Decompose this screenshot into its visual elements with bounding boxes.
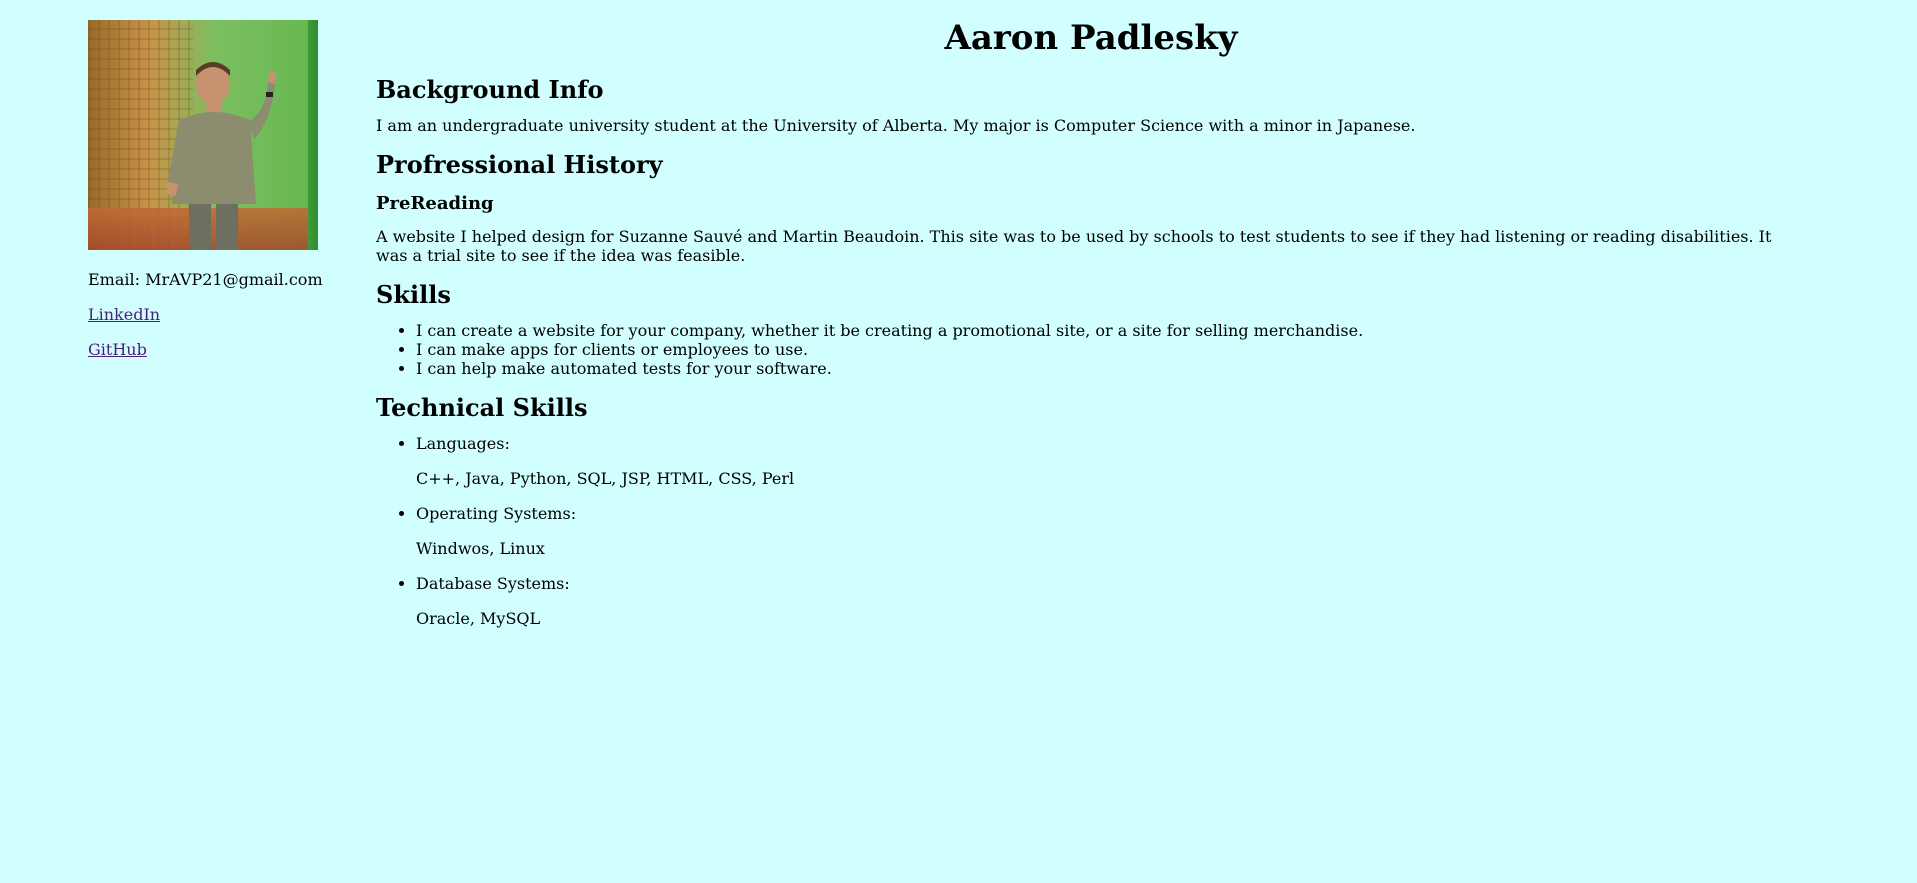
background-info-heading: Background Info <box>376 75 604 104</box>
tech-skill-value: Oracle, MySQL <box>416 609 541 628</box>
tech-skill-title: Database Systems: <box>416 574 570 593</box>
sidebar: Email: MrAVP21@gmail.com LinkedIn GitHub <box>88 20 328 360</box>
photo-person <box>166 62 276 250</box>
tech-skill-title: Languages: <box>416 434 510 453</box>
background-info-text: I am an undergraduate university student… <box>376 116 1416 135</box>
skill-item: I can create a website for your company,… <box>416 321 1806 340</box>
profile-photo <box>88 20 318 250</box>
skills-heading: Skills <box>376 280 451 309</box>
technical-skills-heading: Technical Skills <box>376 393 588 422</box>
skill-item: I can help make automated tests for your… <box>416 359 1806 378</box>
github-link[interactable]: GitHub <box>88 340 328 360</box>
project-title: PreReading <box>376 193 494 214</box>
linkedin-link[interactable]: LinkedIn <box>88 305 328 325</box>
tech-skill-item: Languages: C++, Java, Python, SQL, JSP, … <box>416 434 1806 488</box>
email-text: Email: MrAVP21@gmail.com <box>88 270 323 289</box>
page-title: Aaron Padlesky <box>944 18 1238 58</box>
main-content: Aaron Padlesky Background Info I am an u… <box>376 16 1806 644</box>
tech-skill-item: Operating Systems: Windwos, Linux <box>416 504 1806 558</box>
skill-item: I can make apps for clients or employees… <box>416 340 1806 359</box>
project-description: A website I helped design for Suzanne Sa… <box>376 227 1772 265</box>
tech-skill-value: Windwos, Linux <box>416 539 545 558</box>
tech-skill-title: Operating Systems: <box>416 504 577 523</box>
technical-skills-list: Languages: C++, Java, Python, SQL, JSP, … <box>376 434 1806 628</box>
photo-wall-edge <box>308 20 318 250</box>
skills-list: I can create a website for your company,… <box>376 321 1806 378</box>
professional-history-heading: Profressional History <box>376 150 663 179</box>
tech-skill-item: Database Systems: Oracle, MySQL <box>416 574 1806 628</box>
tech-skill-value: C++, Java, Python, SQL, JSP, HTML, CSS, … <box>416 469 795 488</box>
